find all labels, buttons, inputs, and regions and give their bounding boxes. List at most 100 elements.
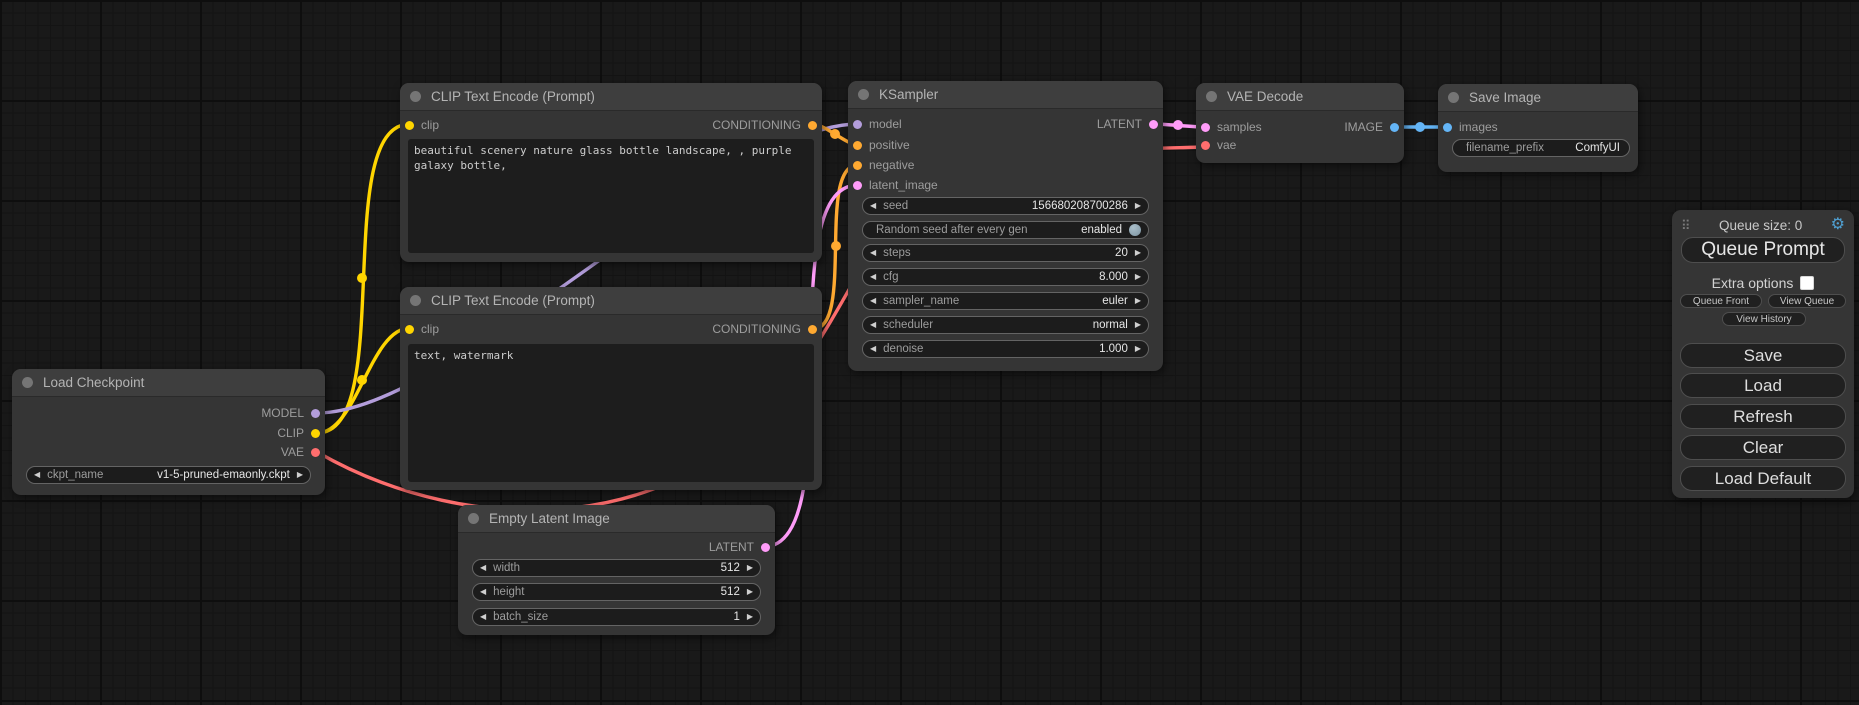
input-slot-latent-image[interactable]: latent_image [853,176,938,194]
input-slot-images[interactable]: images [1443,118,1498,136]
node-empty-latent-image[interactable]: Empty Latent Image LATENT ◀ width 512 ▶ … [458,505,775,635]
widget-batch-size[interactable]: ◀ batch_size 1 ▶ [472,608,761,626]
node-title-bar[interactable]: Save Image [1438,84,1638,112]
decrement-arrow-icon[interactable]: ◀ [480,613,486,621]
increment-arrow-icon[interactable]: ▶ [1135,321,1141,329]
widget-random-seed-toggle[interactable]: Random seed after every gen enabled [862,221,1149,239]
node-clip-text-encode-negative[interactable]: CLIP Text Encode (Prompt) clip CONDITION… [400,287,822,490]
prompt-textarea-positive[interactable]: beautiful scenery nature glass bottle la… [408,139,814,253]
slot-dot-model[interactable] [853,120,862,129]
input-slot-model[interactable]: model [853,115,902,133]
input-slot-negative[interactable]: negative [853,156,914,174]
slot-dot-conditioning[interactable] [808,121,817,130]
widget-scheduler[interactable]: ◀ scheduler normal ▶ [862,316,1149,334]
increment-arrow-icon[interactable]: ▶ [1135,273,1141,281]
widget-seed[interactable]: ◀ seed 156680208700286 ▶ [862,197,1149,215]
decrement-arrow-icon[interactable]: ◀ [480,564,486,572]
queue-prompt-button[interactable]: Queue Prompt [1681,237,1845,263]
input-slot-clip[interactable]: clip [405,320,439,338]
widget-denoise[interactable]: ◀ denoise 1.000 ▶ [862,340,1149,358]
decrement-arrow-icon[interactable]: ◀ [870,321,876,329]
collapse-dot-icon[interactable] [410,295,421,306]
load-default-button[interactable]: Load Default [1680,466,1846,491]
node-load-checkpoint[interactable]: Load Checkpoint MODEL CLIP VAE ◀ ckpt_na… [12,369,325,495]
refresh-button[interactable]: Refresh [1680,404,1846,429]
node-ksampler[interactable]: KSampler model positive negative latent_… [848,81,1163,371]
slot-dot-latent[interactable] [1149,120,1158,129]
increment-arrow-icon[interactable]: ▶ [747,613,753,621]
node-graph-canvas[interactable]: Load Checkpoint MODEL CLIP VAE ◀ ckpt_na… [0,0,1859,705]
decrement-arrow-icon[interactable]: ◀ [34,471,40,479]
widget-sampler-name[interactable]: ◀ sampler_name euler ▶ [862,292,1149,310]
node-title-bar[interactable]: VAE Decode [1196,83,1404,111]
output-slot-latent[interactable]: LATENT [709,538,770,556]
increment-arrow-icon[interactable]: ▶ [747,564,753,572]
queue-front-button[interactable]: Queue Front [1680,294,1762,308]
output-slot-conditioning[interactable]: CONDITIONING [712,116,817,134]
widget-ckpt-name[interactable]: ◀ ckpt_name v1-5-pruned-emaonly.ckpt ▶ [26,466,311,484]
decrement-arrow-icon[interactable]: ◀ [870,202,876,210]
view-queue-button[interactable]: View Queue [1768,294,1846,308]
increment-arrow-icon[interactable]: ▶ [1135,297,1141,305]
clear-button[interactable]: Clear [1680,435,1846,460]
collapse-dot-icon[interactable] [22,377,33,388]
output-slot-model[interactable]: MODEL [261,404,320,422]
node-title-bar[interactable]: KSampler [848,81,1163,109]
input-slot-vae[interactable]: vae [1201,136,1236,154]
widget-steps[interactable]: ◀ steps 20 ▶ [862,244,1149,262]
input-slot-samples[interactable]: samples [1201,118,1262,136]
decrement-arrow-icon[interactable]: ◀ [870,273,876,281]
node-save-image[interactable]: Save Image images filename_prefix ComfyU… [1438,84,1638,172]
slot-dot-conditioning[interactable] [853,161,862,170]
input-slot-positive[interactable]: positive [853,136,910,154]
slot-dot-model[interactable] [311,409,320,418]
node-title-bar[interactable]: CLIP Text Encode (Prompt) [400,83,822,111]
prompt-textarea-negative[interactable]: text, watermark [408,344,814,482]
decrement-arrow-icon[interactable]: ◀ [480,588,486,596]
slot-dot-image[interactable] [1390,123,1399,132]
node-vae-decode[interactable]: VAE Decode samples vae IMAGE [1196,83,1404,163]
collapse-dot-icon[interactable] [1448,92,1459,103]
increment-arrow-icon[interactable]: ▶ [747,588,753,596]
slot-dot-conditioning[interactable] [808,325,817,334]
slot-dot-latent[interactable] [853,181,862,190]
slot-dot-vae[interactable] [1201,141,1210,150]
output-slot-latent[interactable]: LATENT [1097,115,1158,133]
widget-filename-prefix[interactable]: filename_prefix ComfyUI [1452,139,1630,157]
collapse-dot-icon[interactable] [410,91,421,102]
node-title-bar[interactable]: CLIP Text Encode (Prompt) [400,287,822,315]
output-slot-clip[interactable]: CLIP [277,424,320,442]
toggle-dot-icon[interactable] [1129,224,1141,236]
gear-icon[interactable]: ⚙ [1831,217,1845,233]
node-title-bar[interactable]: Empty Latent Image [458,505,775,533]
increment-arrow-icon[interactable]: ▶ [1135,345,1141,353]
slot-dot-latent[interactable] [761,543,770,552]
slot-dot-clip[interactable] [405,121,414,130]
slot-dot-clip[interactable] [405,325,414,334]
slot-dot-clip[interactable] [311,429,320,438]
widget-cfg[interactable]: ◀ cfg 8.000 ▶ [862,268,1149,286]
decrement-arrow-icon[interactable]: ◀ [870,249,876,257]
slot-dot-conditioning[interactable] [853,141,862,150]
output-slot-conditioning[interactable]: CONDITIONING [712,320,817,338]
load-button[interactable]: Load [1680,373,1846,398]
node-clip-text-encode-positive[interactable]: CLIP Text Encode (Prompt) clip CONDITION… [400,83,822,262]
collapse-dot-icon[interactable] [858,89,869,100]
decrement-arrow-icon[interactable]: ◀ [870,345,876,353]
slot-dot-latent[interactable] [1201,123,1210,132]
slot-dot-vae[interactable] [311,448,320,457]
increment-arrow-icon[interactable]: ▶ [297,471,303,479]
node-title-bar[interactable]: Load Checkpoint [12,369,325,397]
collapse-dot-icon[interactable] [468,513,479,524]
view-history-button[interactable]: View History [1722,312,1806,326]
slot-dot-image[interactable] [1443,123,1452,132]
widget-height[interactable]: ◀ height 512 ▶ [472,583,761,601]
output-slot-image[interactable]: IMAGE [1344,118,1399,136]
save-button[interactable]: Save [1680,343,1846,368]
output-slot-vae[interactable]: VAE [281,443,320,461]
collapse-dot-icon[interactable] [1206,91,1217,102]
extra-options-checkbox[interactable] [1800,276,1814,290]
decrement-arrow-icon[interactable]: ◀ [870,297,876,305]
input-slot-clip[interactable]: clip [405,116,439,134]
increment-arrow-icon[interactable]: ▶ [1135,202,1141,210]
